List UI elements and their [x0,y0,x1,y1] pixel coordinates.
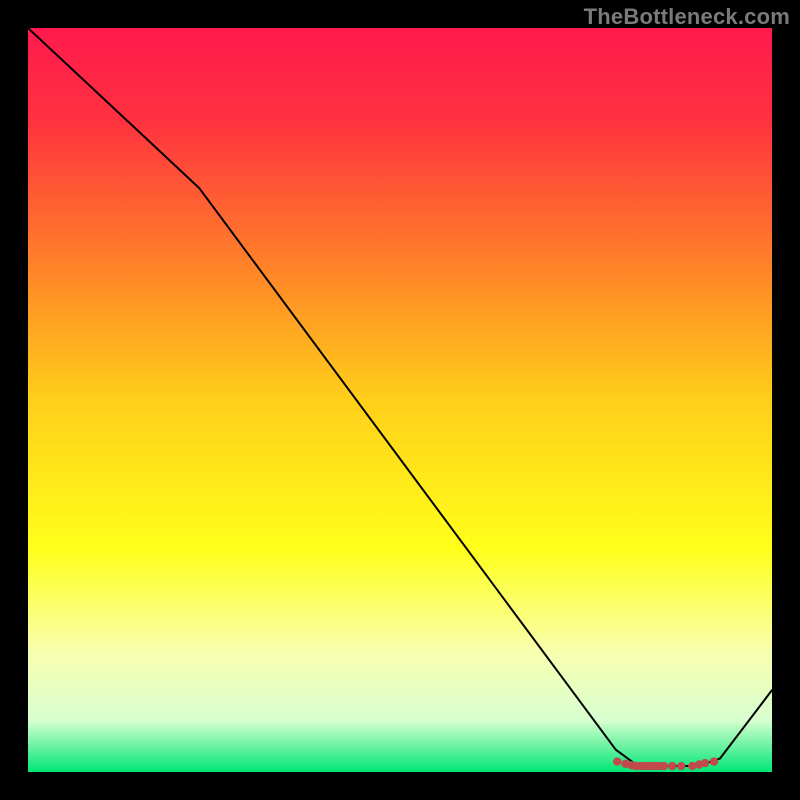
marker-point [701,759,709,767]
chart-frame: TheBottleneck.com [0,0,800,800]
plot-area [28,28,772,772]
attribution-label: TheBottleneck.com [584,4,790,30]
marker-point [660,762,668,770]
marker-point [677,762,685,770]
marker-point [668,762,676,770]
marker-point [710,757,718,765]
chart-svg [28,28,772,772]
gradient-background [28,28,772,772]
marker-point [613,757,621,765]
